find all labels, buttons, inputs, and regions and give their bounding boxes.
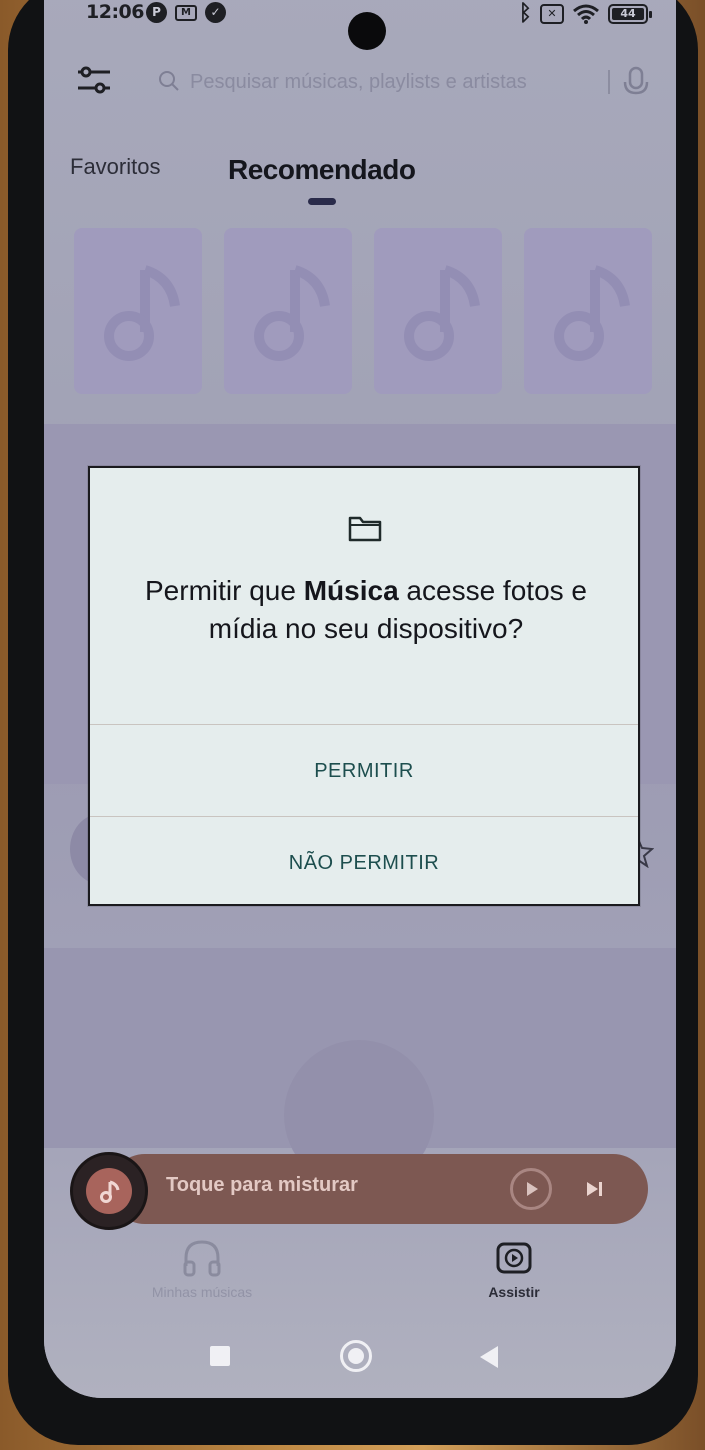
music-note-icon [86,1168,132,1214]
nav-label: Assistir [488,1284,540,1300]
play-square-icon [496,1242,532,1274]
music-note-icon [404,265,480,361]
recommended-tile[interactable] [524,228,652,394]
recommended-tile[interactable] [74,228,202,394]
wifi-icon [573,4,599,24]
screen: 12:06 P M ✓ ᛒ ✕ 44 Pesquisar músicas, pl… [44,0,676,1398]
recommended-tiles [74,228,654,396]
tab-favoritos[interactable]: Favoritos [70,154,160,180]
nav-label: Minhas músicas [151,1284,253,1300]
music-note-icon [554,265,630,361]
nav-watch[interactable]: Assistir [434,1236,594,1300]
search-divider [608,70,610,94]
battery-icon: 44 [608,3,652,24]
dialog-app-name: Música [303,575,399,606]
skip-next-icon[interactable] [582,1176,608,1202]
music-note-icon [104,265,180,361]
play-icon [527,1182,538,1196]
phone-frame: 12:06 P M ✓ ᛒ ✕ 44 Pesquisar músicas, pl… [8,0,698,1445]
home-button[interactable] [340,1340,372,1372]
folder-icon [348,516,382,542]
bluetooth-icon: ᛒ [518,1,532,26]
dialog-divider [90,816,638,817]
recommended-tile[interactable] [374,228,502,394]
status-time: 12:06 [86,1,144,23]
system-nav-bar [44,1332,676,1380]
dialog-divider [90,724,638,725]
no-sim-icon: ✕ [540,3,564,24]
nav-my-music[interactable]: Minhas músicas [122,1236,282,1300]
check-circle-icon: ✓ [205,2,226,23]
search-icon [159,71,179,91]
status-bar: 12:06 P M ✓ ᛒ ✕ 44 [44,0,676,50]
filter-icon[interactable] [76,62,112,98]
allow-button[interactable]: PERMITIR [90,726,638,816]
active-tab-indicator [308,198,336,205]
battery-level: 44 [612,7,644,20]
headphones-icon [183,1240,221,1277]
mini-player-disc[interactable] [70,1152,148,1230]
back-button[interactable] [480,1346,498,1368]
permission-dialog: Permitir que Música acesse fotos e mídia… [88,466,640,906]
deny-button[interactable]: NÃO PERMITIR [90,818,638,908]
music-app: 12:06 P M ✓ ᛒ ✕ 44 Pesquisar músicas, pl… [44,0,676,1398]
recents-button[interactable] [210,1346,230,1366]
play-button[interactable] [510,1168,552,1210]
dialog-title-prefix: Permitir que [145,575,304,606]
front-camera [348,12,386,50]
search-bar[interactable] [152,60,649,104]
recommended-tile[interactable] [224,228,352,394]
search-input[interactable] [190,66,580,98]
status-right-icons: ᛒ ✕ 44 [518,1,652,26]
music-note-icon [254,265,330,361]
dialog-title: Permitir que Música acesse fotos e mídia… [130,572,602,648]
microphone-icon[interactable] [622,66,650,98]
mini-player[interactable]: Toque para misturar [70,1152,648,1230]
tab-recomendado[interactable]: Recomendado [228,154,416,186]
status-left-icons: P M ✓ [146,2,226,23]
gmail-icon: M [175,5,197,21]
notification-p-icon: P [146,2,167,23]
shuffle-prompt[interactable]: Toque para misturar [166,1174,358,1197]
bottom-nav: Minhas músicas Assistir [44,1236,676,1326]
